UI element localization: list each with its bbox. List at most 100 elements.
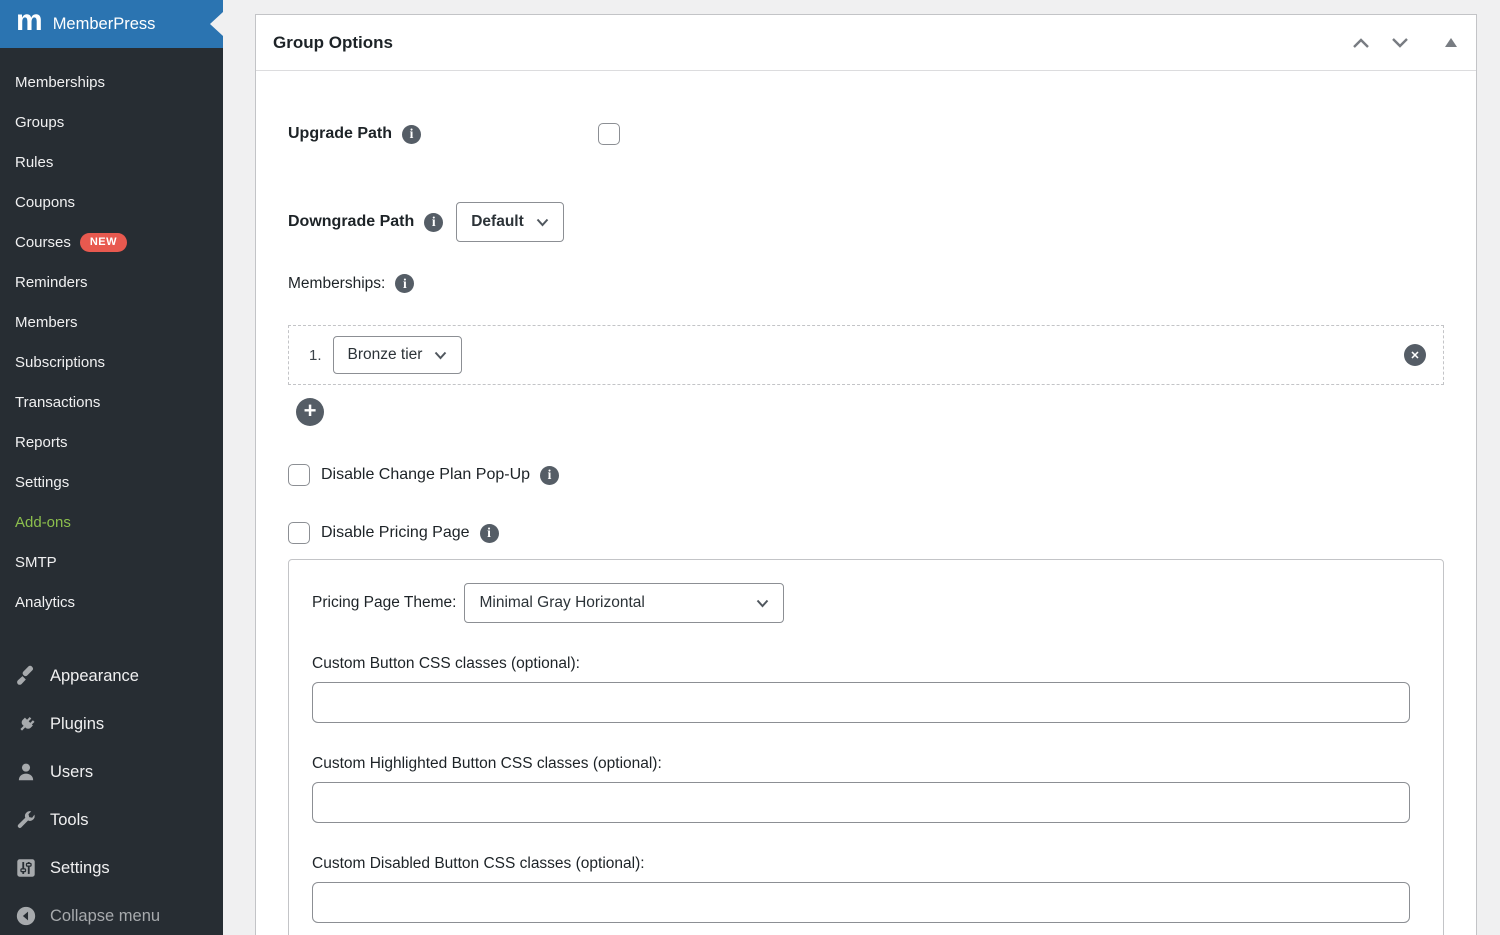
- disable-pricing-page-label: Disable Pricing Page: [321, 524, 470, 542]
- membership-row-index: 1.: [309, 347, 322, 364]
- sidebar-item-label: Members: [15, 314, 78, 331]
- membership-value: Bronze tier: [348, 346, 423, 364]
- custom-disabled-button-css-input[interactable]: [312, 882, 1410, 923]
- chevron-down-icon: [434, 351, 447, 360]
- pricing-theme-label: Pricing Page Theme:: [312, 594, 456, 612]
- sidebar-item-smtp[interactable]: SMTP: [0, 542, 223, 582]
- info-icon[interactable]: i: [395, 274, 414, 293]
- upgrade-path-checkbox[interactable]: [598, 123, 620, 145]
- sidebar-item-users[interactable]: Users: [0, 748, 223, 796]
- sidebar-item-members[interactable]: Members: [0, 302, 223, 342]
- downgrade-path-label: Downgrade Path: [288, 213, 414, 231]
- active-menu-arrow-icon: [210, 12, 223, 36]
- sidebar-item-label: Transactions: [15, 394, 100, 411]
- membership-row-item: 1. Bronze tier ✕: [288, 325, 1444, 385]
- sidebar-item-label: Courses: [15, 234, 71, 251]
- brush-icon: [15, 665, 37, 687]
- info-icon[interactable]: i: [540, 466, 559, 485]
- custom-highlighted-button-css-input[interactable]: [312, 782, 1410, 823]
- info-icon[interactable]: i: [480, 524, 499, 543]
- sidebar-item-label: Reports: [15, 434, 68, 451]
- sidebar-item-courses[interactable]: Courses NEW: [0, 222, 223, 262]
- disable-change-plan-row: Disable Change Plan Pop-Up i: [288, 464, 1444, 486]
- sidebar-item-label: Users: [50, 763, 93, 782]
- sidebar-item-coupons[interactable]: Coupons: [0, 182, 223, 222]
- sidebar-item-label: Settings: [15, 474, 69, 491]
- membership-select[interactable]: Bronze tier: [333, 336, 463, 374]
- sidebar-item-label: Subscriptions: [15, 354, 105, 371]
- toggle-panel-button[interactable]: [1427, 36, 1459, 49]
- remove-membership-button[interactable]: ✕: [1404, 344, 1426, 366]
- upgrade-path-row: Upgrade Path i: [288, 123, 1444, 145]
- chevron-down-icon: [756, 599, 769, 608]
- chevron-up-icon: [1351, 35, 1371, 51]
- sidebar-item-label: Reminders: [15, 274, 88, 291]
- sidebar-item-label: Collapse menu: [50, 907, 160, 926]
- move-up-button[interactable]: [1349, 33, 1373, 53]
- memberpress-submenu: Memberships Groups Rules Coupons Courses…: [0, 48, 223, 622]
- custom-button-css-input[interactable]: [312, 682, 1410, 723]
- memberpress-menu-header[interactable]: m MemberPress: [0, 0, 223, 48]
- downgrade-path-value: Default: [471, 213, 524, 231]
- disable-change-plan-label: Disable Change Plan Pop-Up: [321, 466, 530, 484]
- sidebar-item-reports[interactable]: Reports: [0, 422, 223, 462]
- chevron-down-icon: [536, 218, 549, 227]
- new-badge: NEW: [80, 233, 127, 252]
- sliders-icon: [15, 857, 37, 879]
- pricing-theme-value: Minimal Gray Horizontal: [479, 594, 644, 612]
- custom-button-css-label: Custom Button CSS classes (optional):: [312, 655, 1410, 673]
- collapse-menu-button[interactable]: Collapse menu: [0, 892, 223, 935]
- sidebar-item-plugins[interactable]: Plugins: [0, 700, 223, 748]
- sidebar-item-tools[interactable]: Tools: [0, 796, 223, 844]
- sidebar-item-label: Analytics: [15, 594, 75, 611]
- plug-icon: [15, 713, 37, 735]
- sidebar-item-reminders[interactable]: Reminders: [0, 262, 223, 302]
- sidebar-item-analytics[interactable]: Analytics: [0, 582, 223, 622]
- sidebar-item-label: SMTP: [15, 554, 57, 571]
- pricing-options-box: Pricing Page Theme: Minimal Gray Horizon…: [288, 559, 1444, 935]
- disable-change-plan-checkbox[interactable]: [288, 464, 310, 486]
- upgrade-path-label: Upgrade Path: [288, 125, 392, 143]
- sidebar-item-label: Memberships: [15, 74, 105, 91]
- sidebar-item-label: Tools: [50, 811, 89, 830]
- sidebar-item-appearance[interactable]: Appearance: [0, 652, 223, 700]
- add-membership-button[interactable]: +: [296, 398, 324, 426]
- admin-sidebar: m MemberPress Memberships Groups Rules C…: [0, 0, 223, 935]
- disable-pricing-page-row: Disable Pricing Page i: [288, 522, 1444, 544]
- wrench-icon: [15, 809, 37, 831]
- sidebar-item-rules[interactable]: Rules: [0, 142, 223, 182]
- pricing-theme-row: Pricing Page Theme: Minimal Gray Horizon…: [312, 583, 1410, 623]
- wp-admin-menu: Appearance Plugins Users Tools: [0, 652, 223, 935]
- metabox-controls: [1349, 33, 1459, 53]
- info-icon[interactable]: i: [402, 125, 421, 144]
- memberpress-brand-label: MemberPress: [53, 15, 156, 34]
- sidebar-item-subscriptions[interactable]: Subscriptions: [0, 342, 223, 382]
- sidebar-item-label: Rules: [15, 154, 53, 171]
- sidebar-item-transactions[interactable]: Transactions: [0, 382, 223, 422]
- sidebar-item-settings[interactable]: Settings: [0, 462, 223, 502]
- custom-highlighted-button-css-label: Custom Highlighted Button CSS classes (o…: [312, 755, 1410, 773]
- memberpress-logo-icon: m: [16, 8, 42, 34]
- sidebar-item-memberships[interactable]: Memberships: [0, 62, 223, 102]
- triangle-up-icon: [1445, 38, 1457, 47]
- sidebar-item-label: Plugins: [50, 715, 104, 734]
- downgrade-path-select[interactable]: Default: [456, 202, 564, 242]
- info-icon[interactable]: i: [424, 213, 443, 232]
- chevron-down-icon: [1390, 35, 1410, 51]
- main-content: Group Options Upgrade Path i: [223, 0, 1500, 935]
- sidebar-item-wp-settings[interactable]: Settings: [0, 844, 223, 892]
- sidebar-item-label: Appearance: [50, 667, 139, 686]
- metabox-title: Group Options: [273, 33, 393, 53]
- pricing-theme-select[interactable]: Minimal Gray Horizontal: [464, 583, 784, 623]
- group-options-metabox: Group Options Upgrade Path i: [255, 14, 1477, 935]
- disable-pricing-page-checkbox[interactable]: [288, 522, 310, 544]
- user-icon: [15, 761, 37, 783]
- sidebar-item-groups[interactable]: Groups: [0, 102, 223, 142]
- sidebar-item-add-ons[interactable]: Add-ons: [0, 502, 223, 542]
- memberships-label: Memberships:: [288, 275, 385, 293]
- metabox-body: Upgrade Path i Downgrade Path i Default …: [256, 71, 1476, 935]
- move-down-button[interactable]: [1388, 33, 1412, 53]
- downgrade-path-row: Downgrade Path i Default: [288, 202, 1444, 242]
- memberships-row: Memberships: i: [288, 274, 1444, 293]
- custom-disabled-button-css-label: Custom Disabled Button CSS classes (opti…: [312, 855, 1410, 873]
